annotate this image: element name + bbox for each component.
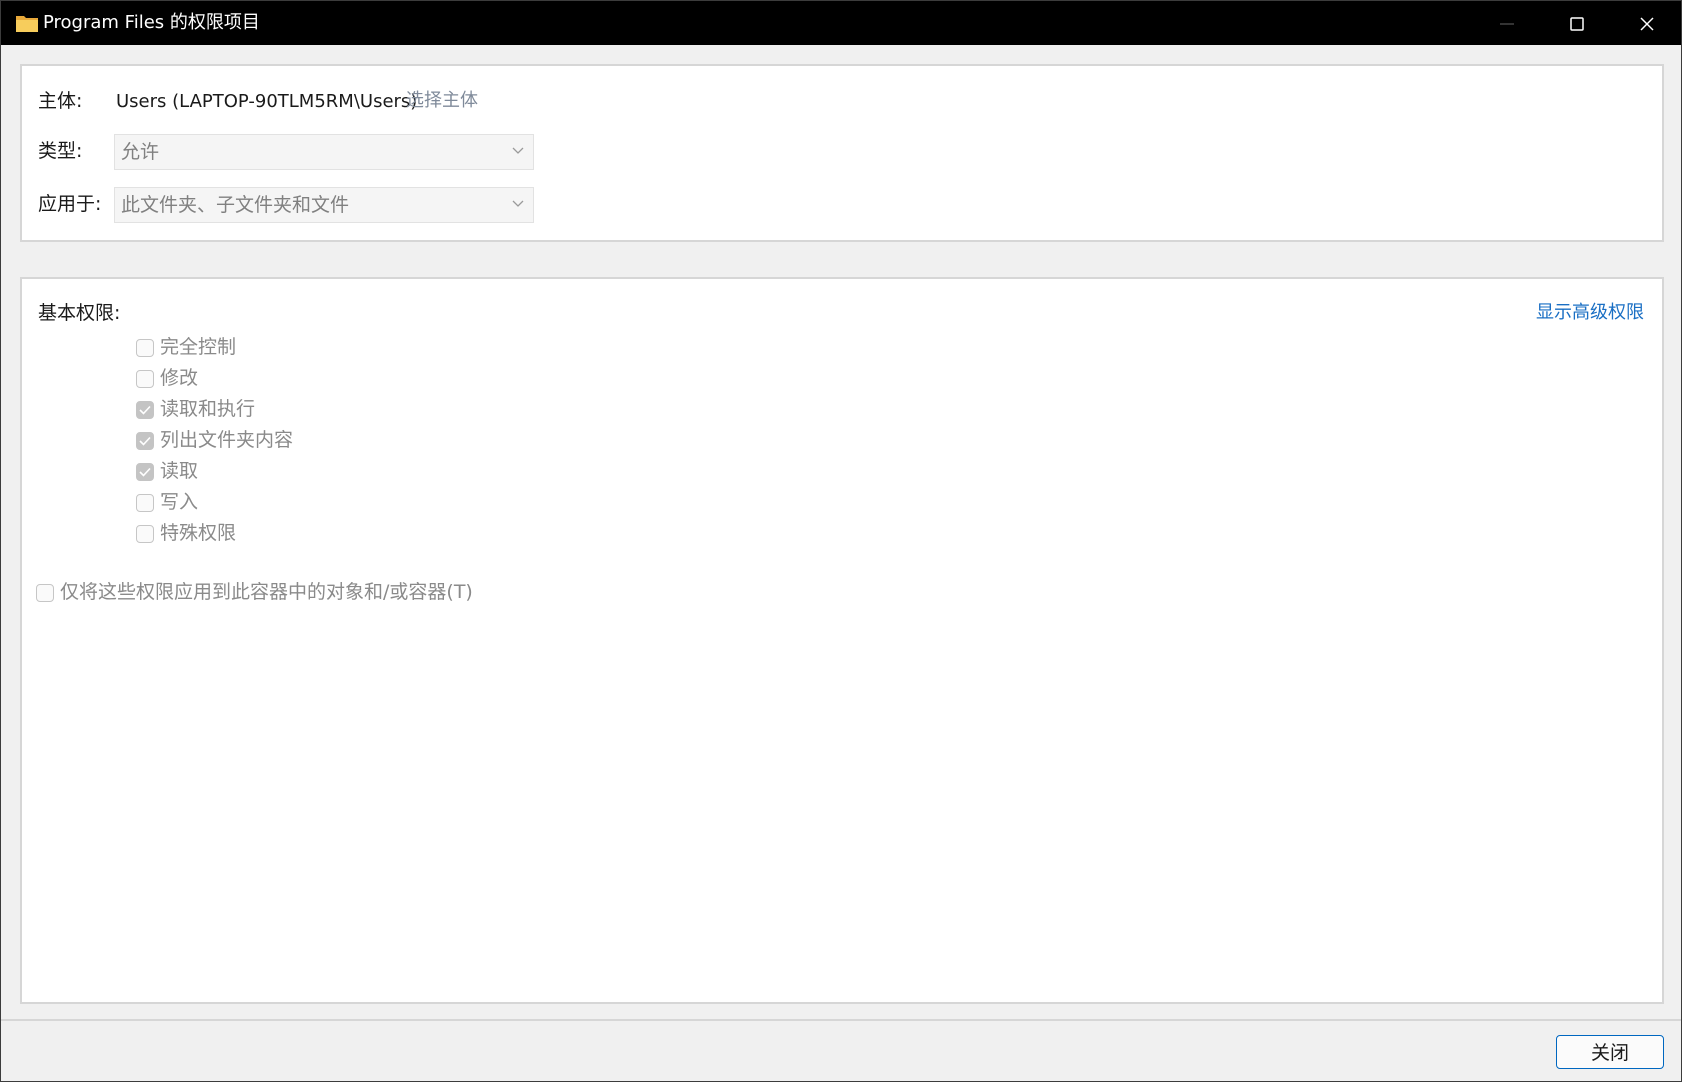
window-title: Program Files 的权限项目	[43, 12, 260, 33]
permission-checkbox-label: 读取	[160, 460, 199, 482]
permission-checkbox[interactable]	[136, 463, 154, 481]
minimize-button[interactable]	[1471, 1, 1541, 45]
permission-checkbox[interactable]	[136, 401, 154, 419]
permission-checkbox[interactable]	[136, 339, 154, 357]
close-icon	[1640, 17, 1654, 31]
permission-checkbox[interactable]	[136, 370, 154, 388]
type-select[interactable]: 允许	[114, 134, 534, 170]
maximize-button[interactable]	[1541, 1, 1611, 45]
permission-checkbox-label: 特殊权限	[160, 522, 237, 544]
minimize-icon	[1500, 23, 1514, 25]
select-principal-link[interactable]: 选择主体	[406, 89, 478, 113]
permission-checkbox[interactable]	[136, 432, 154, 450]
principal-panel: 主体: Users (LAPTOP-90TLM5RM\Users) 选择主体 类…	[20, 64, 1664, 242]
title-bar: Program Files 的权限项目	[1, 1, 1681, 45]
maximize-icon	[1570, 17, 1584, 31]
permission-entry-window: Program Files 的权限项目 主体: Users (LAPTOP-90…	[0, 0, 1682, 1082]
principal-value: Users (LAPTOP-90TLM5RM\Users)	[116, 91, 418, 112]
applies-to-label: 应用于:	[38, 193, 102, 215]
permission-checkbox[interactable]	[136, 494, 154, 512]
principal-label: 主体:	[38, 90, 83, 112]
checkmark-icon	[139, 467, 151, 477]
chevron-down-icon	[512, 147, 524, 154]
basic-permissions-label: 基本权限:	[38, 302, 121, 324]
permission-checkbox-label: 修改	[160, 367, 199, 389]
show-advanced-permissions-link[interactable]: 显示高级权限	[1536, 301, 1644, 325]
permission-checkbox-label: 列出文件夹内容	[160, 429, 294, 451]
applies-to-select-value: 此文件夹、子文件夹和文件	[121, 194, 350, 216]
type-label: 类型:	[38, 140, 83, 162]
chevron-down-icon	[512, 200, 524, 207]
footer-divider	[1, 1019, 1681, 1021]
folder-icon	[15, 13, 39, 33]
checkmark-icon	[139, 405, 151, 415]
permission-checkbox[interactable]	[136, 525, 154, 543]
applies-to-select[interactable]: 此文件夹、子文件夹和文件	[114, 187, 534, 223]
window-close-button[interactable]	[1611, 1, 1681, 45]
permission-checkbox-label: 读取和执行	[160, 398, 256, 420]
checkmark-icon	[139, 436, 151, 446]
type-select-value: 允许	[121, 141, 160, 163]
close-button[interactable]: 关闭	[1556, 1035, 1664, 1069]
permissions-panel: 基本权限: 显示高级权限 完全控制 修改 读取和执行 列出文件夹内容 读取 写入 特殊权限 …	[20, 277, 1664, 1004]
permission-checkbox-label: 写入	[160, 491, 199, 513]
apply-only-checkbox-box[interactable]	[36, 584, 54, 602]
apply-only-checkbox-label: 仅将这些权限应用到此容器中的对象和/或容器(T)	[60, 581, 473, 603]
permission-checkbox-label: 完全控制	[160, 336, 237, 358]
